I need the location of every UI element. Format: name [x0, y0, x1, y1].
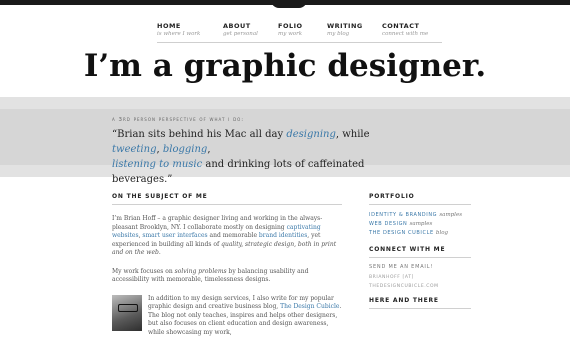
nav-folio-sub: my work — [278, 31, 303, 37]
avatar — [112, 295, 142, 331]
portfolio-list: IDENTITY & BRANDING samples WEB DESIGN s… — [369, 211, 471, 238]
para-emphasis: solving problems — [175, 268, 227, 275]
nav-contact-label: CONTACT — [382, 22, 428, 30]
portfolio-item[interactable]: THE DESIGN CUBICLE blog — [369, 229, 471, 238]
nav-home-sub: is where I work — [157, 31, 200, 37]
design-cubicle-link[interactable]: The Design Cubicle — [280, 303, 339, 310]
portfolio-extra: samples — [439, 212, 462, 218]
nav-writing-sub: my blog — [327, 31, 363, 37]
page-headline: I’m a graphic designer. — [0, 48, 570, 84]
portfolio-item[interactable]: WEB DESIGN samples — [369, 220, 471, 229]
bio-row: In addition to my design services, I als… — [112, 295, 342, 335]
nav-contact-sub: connect with me — [382, 31, 428, 37]
portfolio-title: PORTFOLIO — [369, 193, 471, 205]
nav-writing-label: WRITING — [327, 22, 363, 30]
about-section: ON THE SUBJECT OF ME I’m Brian Hoff – a … — [112, 193, 342, 335]
blogging-link[interactable]: blogging — [163, 144, 207, 155]
connect-title: CONNECT WITH ME — [369, 246, 471, 258]
logo-tab — [271, 0, 307, 8]
nav-home[interactable]: HOME is where I work — [157, 22, 200, 37]
nav-home-label: HOME — [157, 22, 200, 30]
here-and-there-title: HERE AND THERE — [369, 297, 471, 309]
email-address-line-1[interactable]: BRIANHOFF [AT] — [369, 275, 471, 280]
quote-text: , — [207, 144, 210, 155]
tweeting-link[interactable]: tweeting — [112, 144, 156, 155]
sidebar: PORTFOLIO IDENTITY & BRANDING samples WE… — [369, 193, 471, 309]
portfolio-link[interactable]: THE DESIGN CUBICLE — [369, 230, 434, 236]
about-paragraph-2: My work focuses on solving problems by b… — [112, 268, 342, 285]
nav-writing[interactable]: WRITING my blog — [327, 22, 363, 37]
nav-folio-label: FOLIO — [278, 22, 303, 30]
email-label: SEND ME AN EMAIL! — [369, 264, 471, 270]
main-nav: HOME is where I work ABOUT get personal … — [157, 22, 442, 43]
nav-contact[interactable]: CONTACT connect with me — [382, 22, 428, 37]
portfolio-link[interactable]: IDENTITY & BRANDING — [369, 212, 437, 218]
section-title: ON THE SUBJECT OF ME — [112, 193, 342, 205]
email-address-line-2[interactable]: THEDESIGNCUBICLE.COM — [369, 284, 471, 289]
perspective-label: A 3rd person perspective of what I do: — [112, 117, 244, 123]
para-text: and memorable — [208, 232, 259, 239]
designing-link[interactable]: designing — [286, 129, 336, 140]
listening-to-music-link[interactable]: listening to music — [112, 159, 202, 170]
about-paragraph-1: I’m Brian Hoff – a graphic designer livi… — [112, 215, 342, 258]
nav-about-label: ABOUT — [223, 22, 258, 30]
para-text: My work focuses on — [112, 268, 175, 275]
nav-folio[interactable]: FOLIO my work — [278, 22, 303, 37]
portfolio-extra: samples — [410, 221, 433, 227]
nav-about[interactable]: ABOUT get personal — [223, 22, 258, 37]
nav-about-sub: get personal — [223, 31, 258, 37]
portfolio-item[interactable]: IDENTITY & BRANDING samples — [369, 211, 471, 220]
brand-identities-link[interactable]: brand identities — [259, 232, 307, 239]
interfaces-link[interactable]: smart user interfaces — [142, 232, 207, 239]
about-paragraph-3: In addition to my design services, I als… — [148, 295, 344, 337]
quote-text: , while — [336, 129, 370, 140]
portfolio-link[interactable]: WEB DESIGN — [369, 221, 407, 227]
intro-quote: “Brian sits behind his Mac all day desig… — [112, 127, 412, 187]
portfolio-extra: blog — [436, 230, 448, 236]
quote-text: “Brian sits behind his Mac all day — [112, 129, 286, 140]
